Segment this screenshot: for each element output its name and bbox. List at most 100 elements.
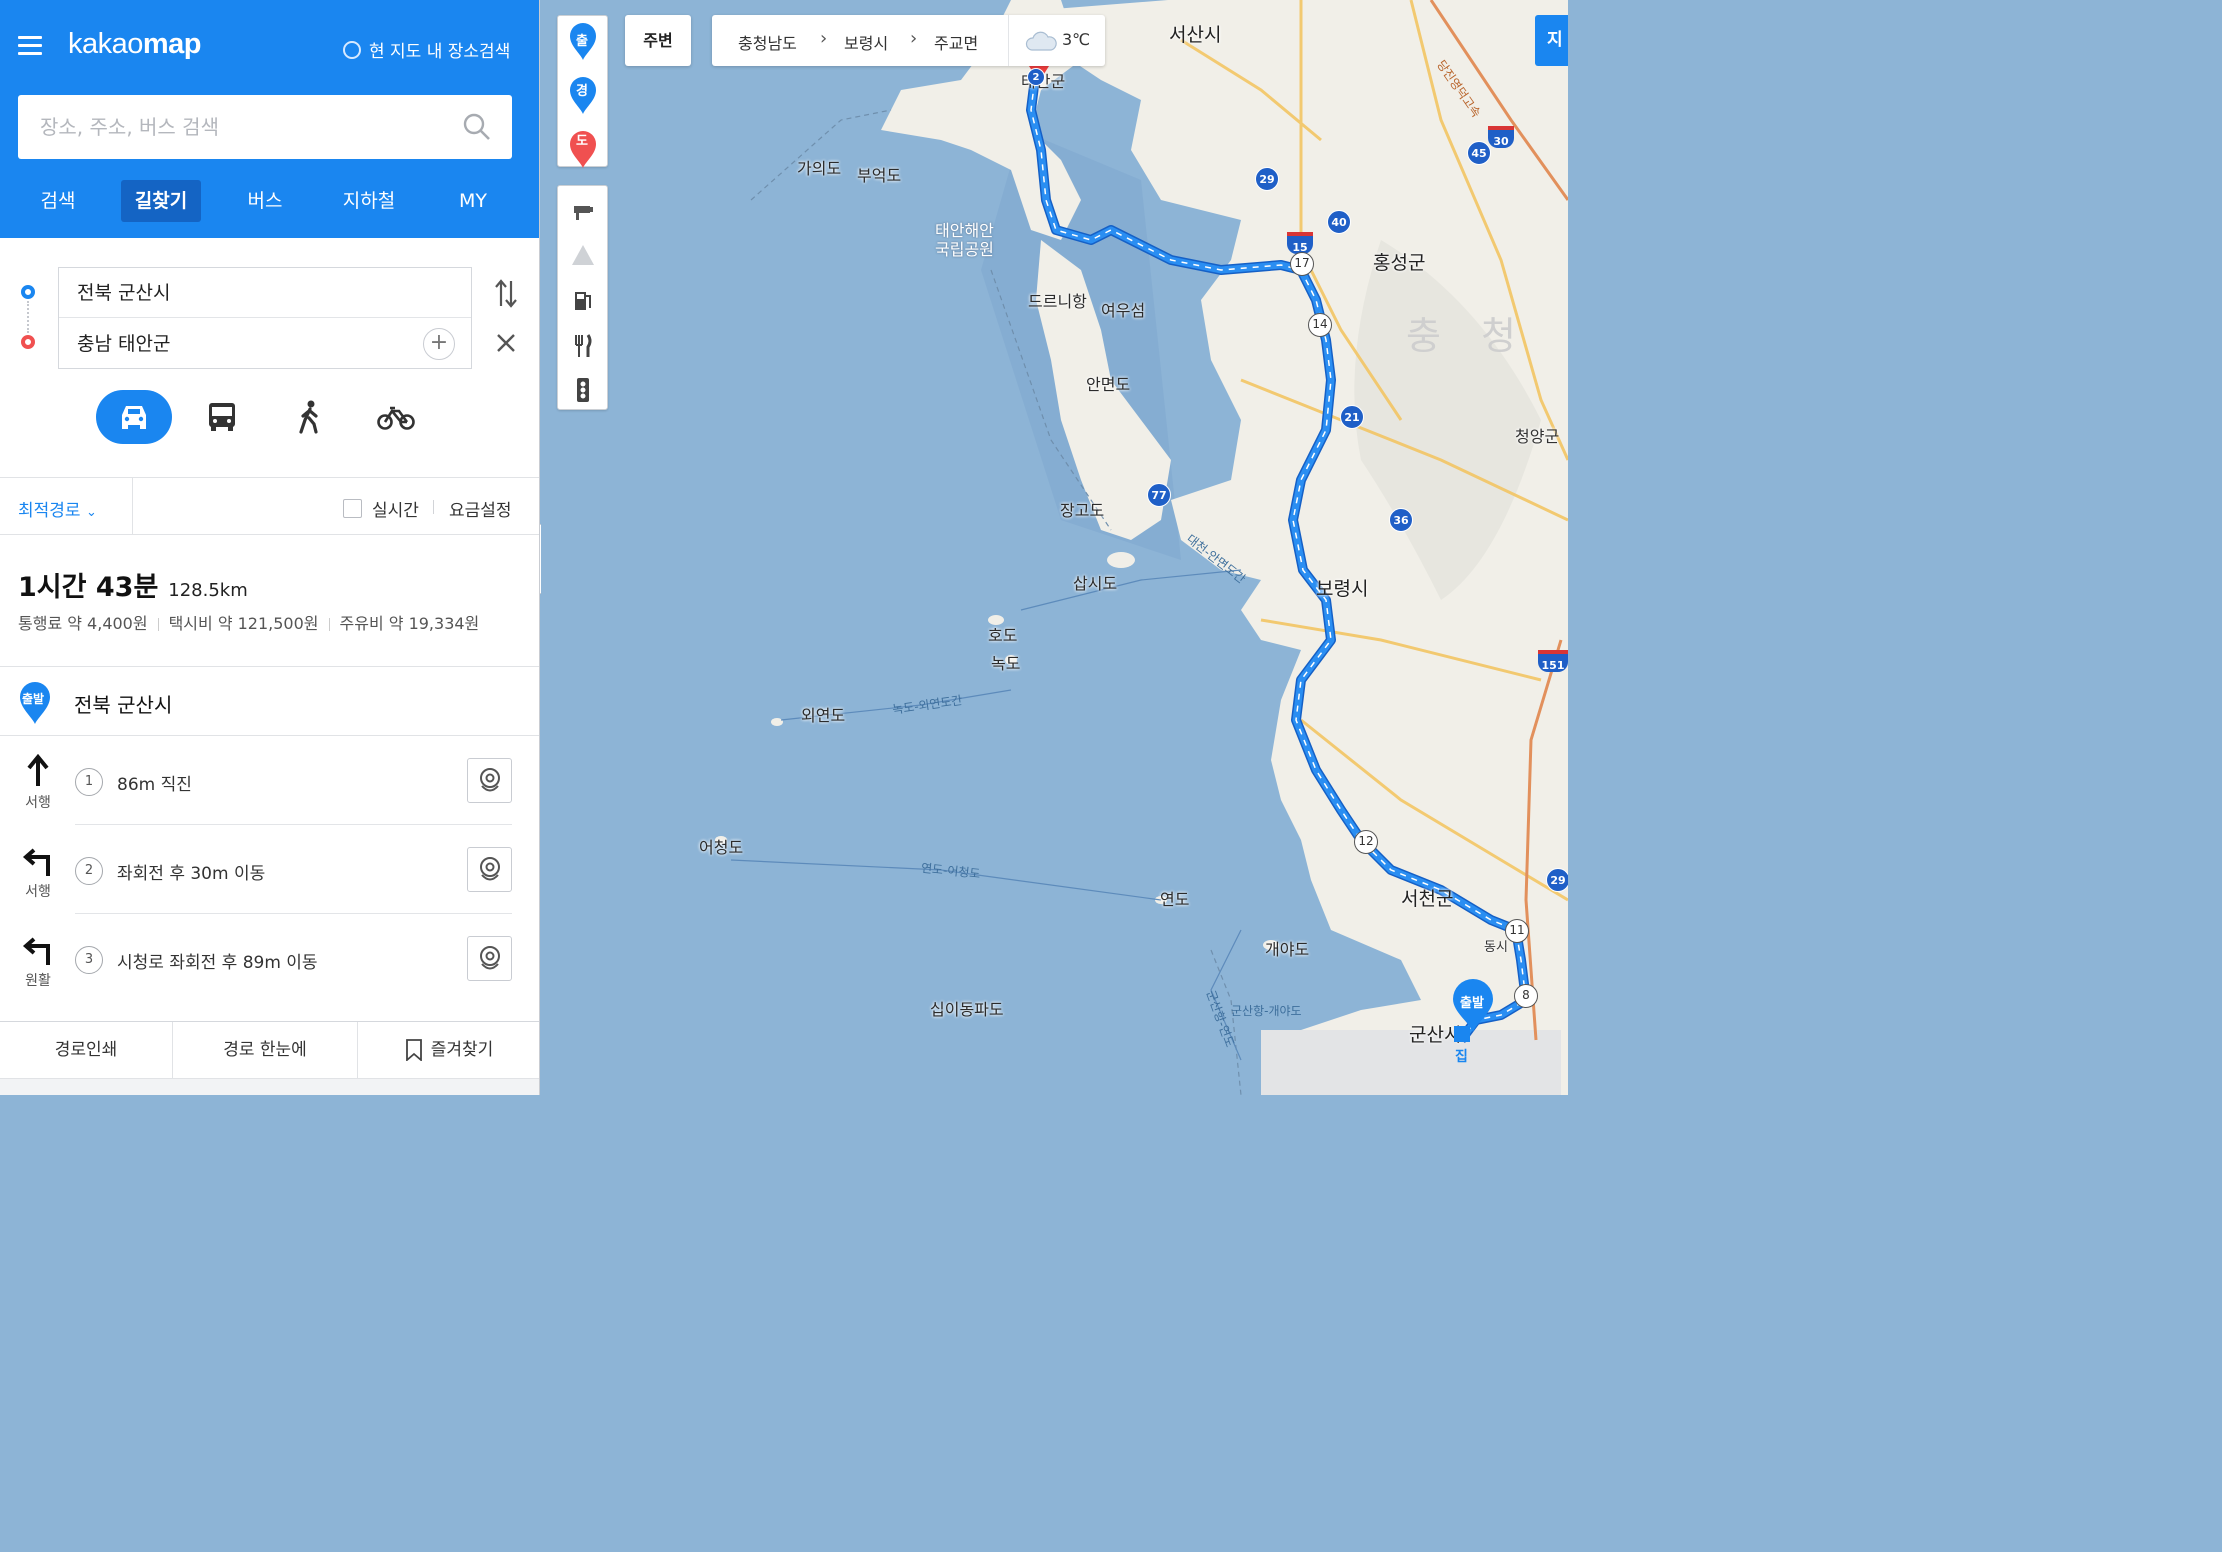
map-label-chungcheong: 충 청 bbox=[1406, 314, 1530, 358]
close-route-icon[interactable] bbox=[494, 331, 518, 355]
route-inputs: 전북 군산시 충남 태안군 + bbox=[58, 267, 472, 369]
route-node-badge: 17 bbox=[1290, 252, 1314, 276]
route-node-badge: 8 bbox=[1514, 984, 1538, 1008]
cctv-icon[interactable] bbox=[558, 188, 609, 233]
start-point-label: 전북 군산시 bbox=[74, 693, 173, 717]
road-number-badge: 40 bbox=[1327, 210, 1351, 234]
traffic-light-icon[interactable] bbox=[558, 367, 609, 412]
step-number: 3 bbox=[75, 946, 103, 974]
step-description: 86m 직진 bbox=[117, 775, 192, 795]
route-costs: 통행료 약 4,400원 택시비 약 121,500원 주유비 약 19,334원 bbox=[18, 610, 479, 634]
route-step[interactable]: 서행 1 86m 직진 bbox=[0, 736, 539, 825]
search-box bbox=[18, 95, 512, 159]
highway-number-badge: 15 bbox=[1287, 232, 1313, 254]
traffic-status: 서행 bbox=[25, 795, 51, 811]
search-icon[interactable] bbox=[462, 112, 492, 142]
breadcrumb-province[interactable]: 충청남도 bbox=[738, 30, 797, 54]
road-number-badge: 29 bbox=[1546, 868, 1568, 892]
road-number-badge: 2 bbox=[1027, 68, 1045, 86]
warning-icon[interactable] bbox=[558, 233, 609, 278]
start-point-row[interactable]: 출발 전북 군산시 bbox=[0, 666, 539, 736]
route-step[interactable]: 서행 2 좌회전 후 30m 이동 bbox=[0, 825, 539, 914]
add-waypoint-button[interactable]: + bbox=[423, 328, 455, 360]
route-actions-bar: 경로인쇄 경로 한눈에 즐겨찾기 bbox=[0, 1021, 539, 1078]
chevron-down-icon: ⌄ bbox=[85, 505, 97, 520]
realtime-checkbox[interactable] bbox=[343, 499, 362, 518]
route-summary: 1시간 43분 128.5km bbox=[18, 565, 248, 604]
route-node-badge: 11 bbox=[1505, 919, 1529, 943]
taxi-cost: 택시비 약 121,500원 bbox=[168, 614, 319, 633]
mode-bus-button[interactable] bbox=[184, 390, 260, 444]
panel-header: kakaomap 현 지도 내 장소검색 검색 길찾기 버스 지하철 MY bbox=[0, 0, 539, 238]
route-overview-button[interactable]: 경로 한눈에 bbox=[173, 1022, 357, 1078]
toll-cost: 통행료 약 4,400원 bbox=[18, 614, 148, 633]
restaurant-icon[interactable] bbox=[558, 323, 609, 368]
map-label-oeyeondo: 외연도 bbox=[801, 706, 846, 725]
destination-field[interactable]: 충남 태안군 bbox=[59, 319, 471, 369]
highway-number-badge: 151 bbox=[1538, 650, 1568, 672]
tab-subway[interactable]: 지하철 bbox=[334, 180, 404, 222]
breadcrumb-town[interactable]: 주교면 bbox=[934, 30, 978, 54]
fuel-cost: 주유비 약 19,334원 bbox=[339, 614, 480, 633]
highway-number-badge: 30 bbox=[1488, 126, 1514, 148]
search-input[interactable] bbox=[18, 95, 458, 159]
breadcrumb-city[interactable]: 보령시 bbox=[844, 30, 888, 54]
map-label-nokdo: 녹도 bbox=[991, 654, 1021, 673]
step-view-button[interactable] bbox=[467, 936, 512, 981]
tab-search[interactable]: 검색 bbox=[26, 180, 90, 222]
map-label-gaeyado: 개야도 bbox=[1265, 940, 1310, 959]
step-view-button[interactable] bbox=[467, 847, 512, 892]
map-label-hodo: 호도 bbox=[988, 626, 1018, 645]
step-number: 1 bbox=[75, 768, 103, 796]
map-type-button[interactable]: 지 bbox=[1535, 15, 1568, 66]
area-search-toggle[interactable]: 현 지도 내 장소검색 bbox=[343, 37, 510, 62]
step-description: 시청로 좌회전 후 89m 이동 bbox=[117, 953, 318, 973]
weather-temperature: 3℃ bbox=[1062, 30, 1091, 49]
map-label-ferry-route: 군산항-개야도 bbox=[1231, 1004, 1302, 1018]
realtime-toggle[interactable]: 실시간 bbox=[343, 496, 419, 521]
route-pin-toolbar: 출 경 도 bbox=[557, 15, 608, 168]
main-tabs: 검색 길찾기 버스 지하철 MY bbox=[0, 176, 539, 224]
bus-icon bbox=[209, 403, 235, 431]
tab-my[interactable]: MY bbox=[443, 180, 503, 222]
road-number-badge: 77 bbox=[1147, 483, 1171, 507]
step-view-button[interactable] bbox=[467, 758, 512, 803]
favorite-button[interactable]: 즐겨찾기 bbox=[358, 1022, 539, 1078]
hamburger-menu-icon[interactable] bbox=[18, 36, 42, 56]
map-label-sapsido: 삽시도 bbox=[1073, 574, 1118, 593]
route-node-badge: 14 bbox=[1308, 313, 1332, 337]
route-type-dropdown[interactable]: 최적경로 ⌄ bbox=[18, 496, 97, 521]
route-step[interactable]: 원활 3 시청로 좌회전 후 89m 이동 bbox=[0, 914, 539, 1003]
nearby-button[interactable]: 주변 bbox=[625, 15, 691, 66]
walk-icon bbox=[299, 400, 318, 434]
start-pin-badge: 출발 bbox=[22, 692, 45, 706]
road-number-badge: 21 bbox=[1340, 405, 1364, 429]
mode-bike-button[interactable] bbox=[358, 390, 434, 444]
radio-icon[interactable] bbox=[343, 40, 361, 59]
origin-field[interactable]: 전북 군산시 bbox=[59, 268, 471, 318]
gas-station-icon[interactable] bbox=[558, 278, 609, 323]
print-route-button[interactable]: 경로인쇄 bbox=[0, 1022, 172, 1078]
home-marker-icon[interactable] bbox=[1454, 1026, 1470, 1042]
favorite-label: 즐겨찾기 bbox=[430, 1040, 494, 1060]
arrow-up-icon bbox=[27, 754, 49, 786]
map-label-bueokdo: 부억도 bbox=[857, 166, 902, 185]
mode-walk-button[interactable] bbox=[272, 390, 348, 444]
tab-directions[interactable]: 길찾기 bbox=[121, 180, 201, 222]
map-canvas[interactable] bbox=[541, 0, 1568, 1095]
swap-route-icon[interactable] bbox=[494, 276, 518, 310]
location-breadcrumb: 충청남도 › 보령시 › 주교면 3℃ bbox=[712, 15, 1105, 66]
turn-left-icon bbox=[22, 848, 50, 876]
mode-car-button[interactable] bbox=[96, 390, 172, 444]
tab-bus[interactable]: 버스 bbox=[233, 180, 297, 222]
bookmark-icon bbox=[405, 1039, 422, 1062]
map-view[interactable]: 서산시 태안군 홍성군 충 청 보령시 청양군 서천군 군산시 동시 가의도 부… bbox=[541, 0, 1568, 1095]
kakaomap-logo[interactable]: kakaomap bbox=[68, 28, 202, 61]
map-label-sipidongpado: 십이동파도 bbox=[930, 1000, 1004, 1019]
divider bbox=[433, 500, 434, 514]
fare-setting-button[interactable]: 요금설정 bbox=[449, 496, 512, 521]
road-number-badge: 45 bbox=[1467, 141, 1491, 165]
destination-pin-label: 도 bbox=[576, 134, 588, 149]
divider bbox=[132, 478, 133, 534]
map-label-boryeong: 보령시 bbox=[1316, 578, 1369, 600]
